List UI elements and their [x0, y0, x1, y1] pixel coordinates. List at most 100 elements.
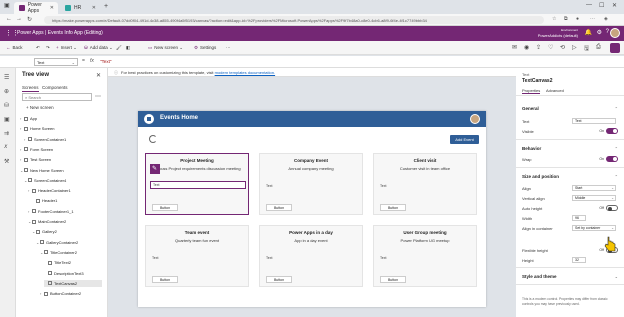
favorites-icon[interactable]: ☆ — [552, 16, 556, 22]
height-input[interactable]: 32 — [572, 257, 586, 263]
insert-button[interactable]: + Insert ⌄ — [56, 45, 77, 51]
user-avatar[interactable] — [610, 28, 620, 38]
copilot-app-icon[interactable]: ◉ — [524, 44, 529, 51]
back-button[interactable]: ← Back — [6, 45, 23, 50]
comments-icon[interactable]: ✉ — [512, 44, 517, 51]
paint-icon[interactable]: 🖌 — [116, 45, 122, 51]
collections-icon[interactable]: ⧉ — [564, 16, 568, 22]
event-button[interactable]: Button — [266, 204, 292, 211]
redo-icon[interactable]: ↷ — [46, 45, 50, 51]
help-icon[interactable]: ? — [606, 29, 609, 35]
section-size-position[interactable]: Size and position — [522, 174, 559, 179]
fx-icon[interactable]: fx — [90, 58, 94, 64]
event-button[interactable]: Button — [152, 204, 178, 211]
chevron-up-icon[interactable]: ⌃ — [615, 146, 618, 151]
browser-forward-icon[interactable]: → — [16, 16, 22, 22]
event-button[interactable]: Button — [380, 204, 406, 211]
edit-pencil-icon[interactable] — [150, 164, 160, 174]
app-checker-icon[interactable]: ♡ — [548, 44, 553, 51]
wrap-toggle[interactable] — [606, 156, 618, 162]
tree-node[interactable]: › App — [20, 115, 102, 122]
visible-toggle[interactable] — [606, 128, 618, 134]
event-button[interactable]: Button — [152, 276, 178, 283]
vertical-align-dropdown[interactable]: Middle ⌄ — [572, 195, 616, 201]
event-card[interactable]: Power Apps in a day App in a day event Tex… — [259, 225, 363, 287]
event-card[interactable]: Team event Quarterly team fun event Text Bu… — [145, 225, 249, 287]
close-tab-icon[interactable]: ✕ — [92, 5, 96, 11]
minimize-icon[interactable]: — — [586, 2, 592, 8]
tree-node[interactable]: TitleText2 — [44, 259, 102, 266]
insert-panel-icon[interactable]: ⊕ — [4, 88, 9, 95]
maximize-icon[interactable]: ☐ — [599, 2, 604, 9]
event-card[interactable]: Project Meeting Discuss Project requireme… — [145, 153, 249, 215]
tree-node[interactable]: › HeaderContainer1 — [28, 187, 102, 194]
event-button[interactable]: Button — [380, 276, 406, 283]
theme-icon[interactable]: ◧ — [126, 45, 130, 51]
environment-picker[interactable]: PowerAddicts (default) — [538, 33, 578, 38]
close-panel-icon[interactable]: ✕ — [96, 72, 101, 79]
tree-node[interactable]: ⌄ New Home Screen — [20, 167, 102, 174]
tree-node[interactable]: DescriptionText3 — [44, 270, 102, 277]
settings-gear-icon[interactable]: ⚙ — [597, 29, 602, 36]
tree-node[interactable]: › FooterContainer1_1 — [28, 208, 102, 215]
add-event-button[interactable]: Add Event — [450, 135, 479, 144]
browser-back-icon[interactable]: ← — [6, 16, 12, 22]
save-icon[interactable]: 🖫 — [584, 44, 589, 54]
tree-node[interactable]: TextCanvas2⋯ — [44, 279, 112, 287]
section-style-theme[interactable]: Style and theme — [522, 274, 557, 279]
undo-history-icon[interactable]: ⟲ — [560, 44, 565, 51]
copilot-icon[interactable]: ◈ — [604, 16, 608, 22]
browser-more-icon[interactable]: ⋯ — [590, 16, 595, 22]
url-field[interactable]: https://make.powerapps.com/e/Default-07d… — [44, 16, 544, 24]
event-button[interactable]: Button — [266, 276, 292, 283]
refresh-icon[interactable] — [149, 135, 157, 143]
tree-view-icon[interactable]: ☰ — [4, 74, 9, 81]
undo-icon[interactable]: ↶ — [36, 45, 40, 51]
chevron-up-icon[interactable]: ⌃ — [615, 174, 618, 179]
profile-icon[interactable]: ● — [576, 16, 579, 22]
event-text-canvas[interactable]: Text — [380, 184, 386, 188]
advanced-tools-icon[interactable]: ⚒ — [4, 158, 9, 165]
event-card[interactable]: User Group meeting Power Platform UG meet… — [373, 225, 477, 287]
event-text-canvas[interactable]: Text — [152, 256, 158, 260]
tab-properties[interactable]: Properties — [522, 88, 541, 94]
tree-search-input[interactable]: ⌕ Search — [22, 93, 92, 101]
data-panel-icon[interactable]: ⛁ — [4, 102, 9, 109]
tree-node[interactable]: › ButtonContainer2 — [40, 290, 102, 297]
tree-node[interactable]: Header1 — [32, 197, 102, 204]
templates-doc-link[interactable]: modern templates documentation. — [215, 70, 275, 75]
tree-node[interactable]: › Home Screen — [20, 125, 102, 132]
browser-refresh-icon[interactable]: ↻ — [27, 16, 32, 23]
width-input[interactable]: 96 — [572, 215, 586, 221]
chevron-up-icon[interactable]: ⌃ — [615, 106, 618, 111]
tree-more-icon[interactable]: ⋯ — [95, 93, 101, 100]
auto-height-toggle[interactable] — [606, 205, 618, 211]
notifications-icon[interactable]: 🔔 — [585, 29, 592, 36]
media-icon[interactable]: ▣ — [4, 116, 10, 123]
event-text-canvas[interactable]: Text — [380, 256, 386, 260]
new-screen-button[interactable]: ▭ New screen ⌄ — [148, 45, 183, 51]
new-screen-link[interactable]: + New screen — [26, 105, 54, 110]
share-icon[interactable]: ⇪ — [536, 44, 541, 51]
browser-tab-power-apps[interactable]: Power Apps ✕ — [14, 2, 58, 14]
close-tab-icon[interactable]: ✕ — [50, 5, 54, 11]
property-dropdown[interactable]: Text ⌄ — [34, 58, 78, 66]
tree-node[interactable]: ⌄ MainContainer2 — [28, 218, 102, 225]
text-field[interactable]: Text — [572, 118, 616, 124]
play-icon[interactable]: ▷ — [572, 44, 577, 51]
align-dropdown[interactable]: Start ⌄ — [572, 185, 616, 191]
settings-button[interactable]: ⚙ Settings — [194, 45, 216, 51]
power-automate-icon[interactable]: ⇉ — [4, 130, 9, 137]
event-text-canvas[interactable]: Text — [266, 184, 272, 188]
chevron-down-icon[interactable]: ⌄ — [615, 274, 618, 279]
app-screen-canvas[interactable]: Events Home Add Event Project Meeting Dis… — [138, 111, 486, 307]
tree-node[interactable]: › Test Screen — [20, 156, 102, 163]
new-tab-icon[interactable]: + — [104, 3, 108, 10]
event-card[interactable]: Client visit Customer visit in team offic… — [373, 153, 477, 215]
tab-screens[interactable]: Screens — [22, 85, 39, 92]
publish-button[interactable] — [610, 43, 620, 53]
tree-node[interactable]: ⌄ ScreenContainer4 — [24, 177, 102, 184]
share-app-icon[interactable]: ⎙ — [596, 44, 601, 51]
browser-tab-hr[interactable]: HR ✕ — [60, 2, 100, 14]
tree-node[interactable]: › ScreenContainer1 — [24, 136, 102, 143]
